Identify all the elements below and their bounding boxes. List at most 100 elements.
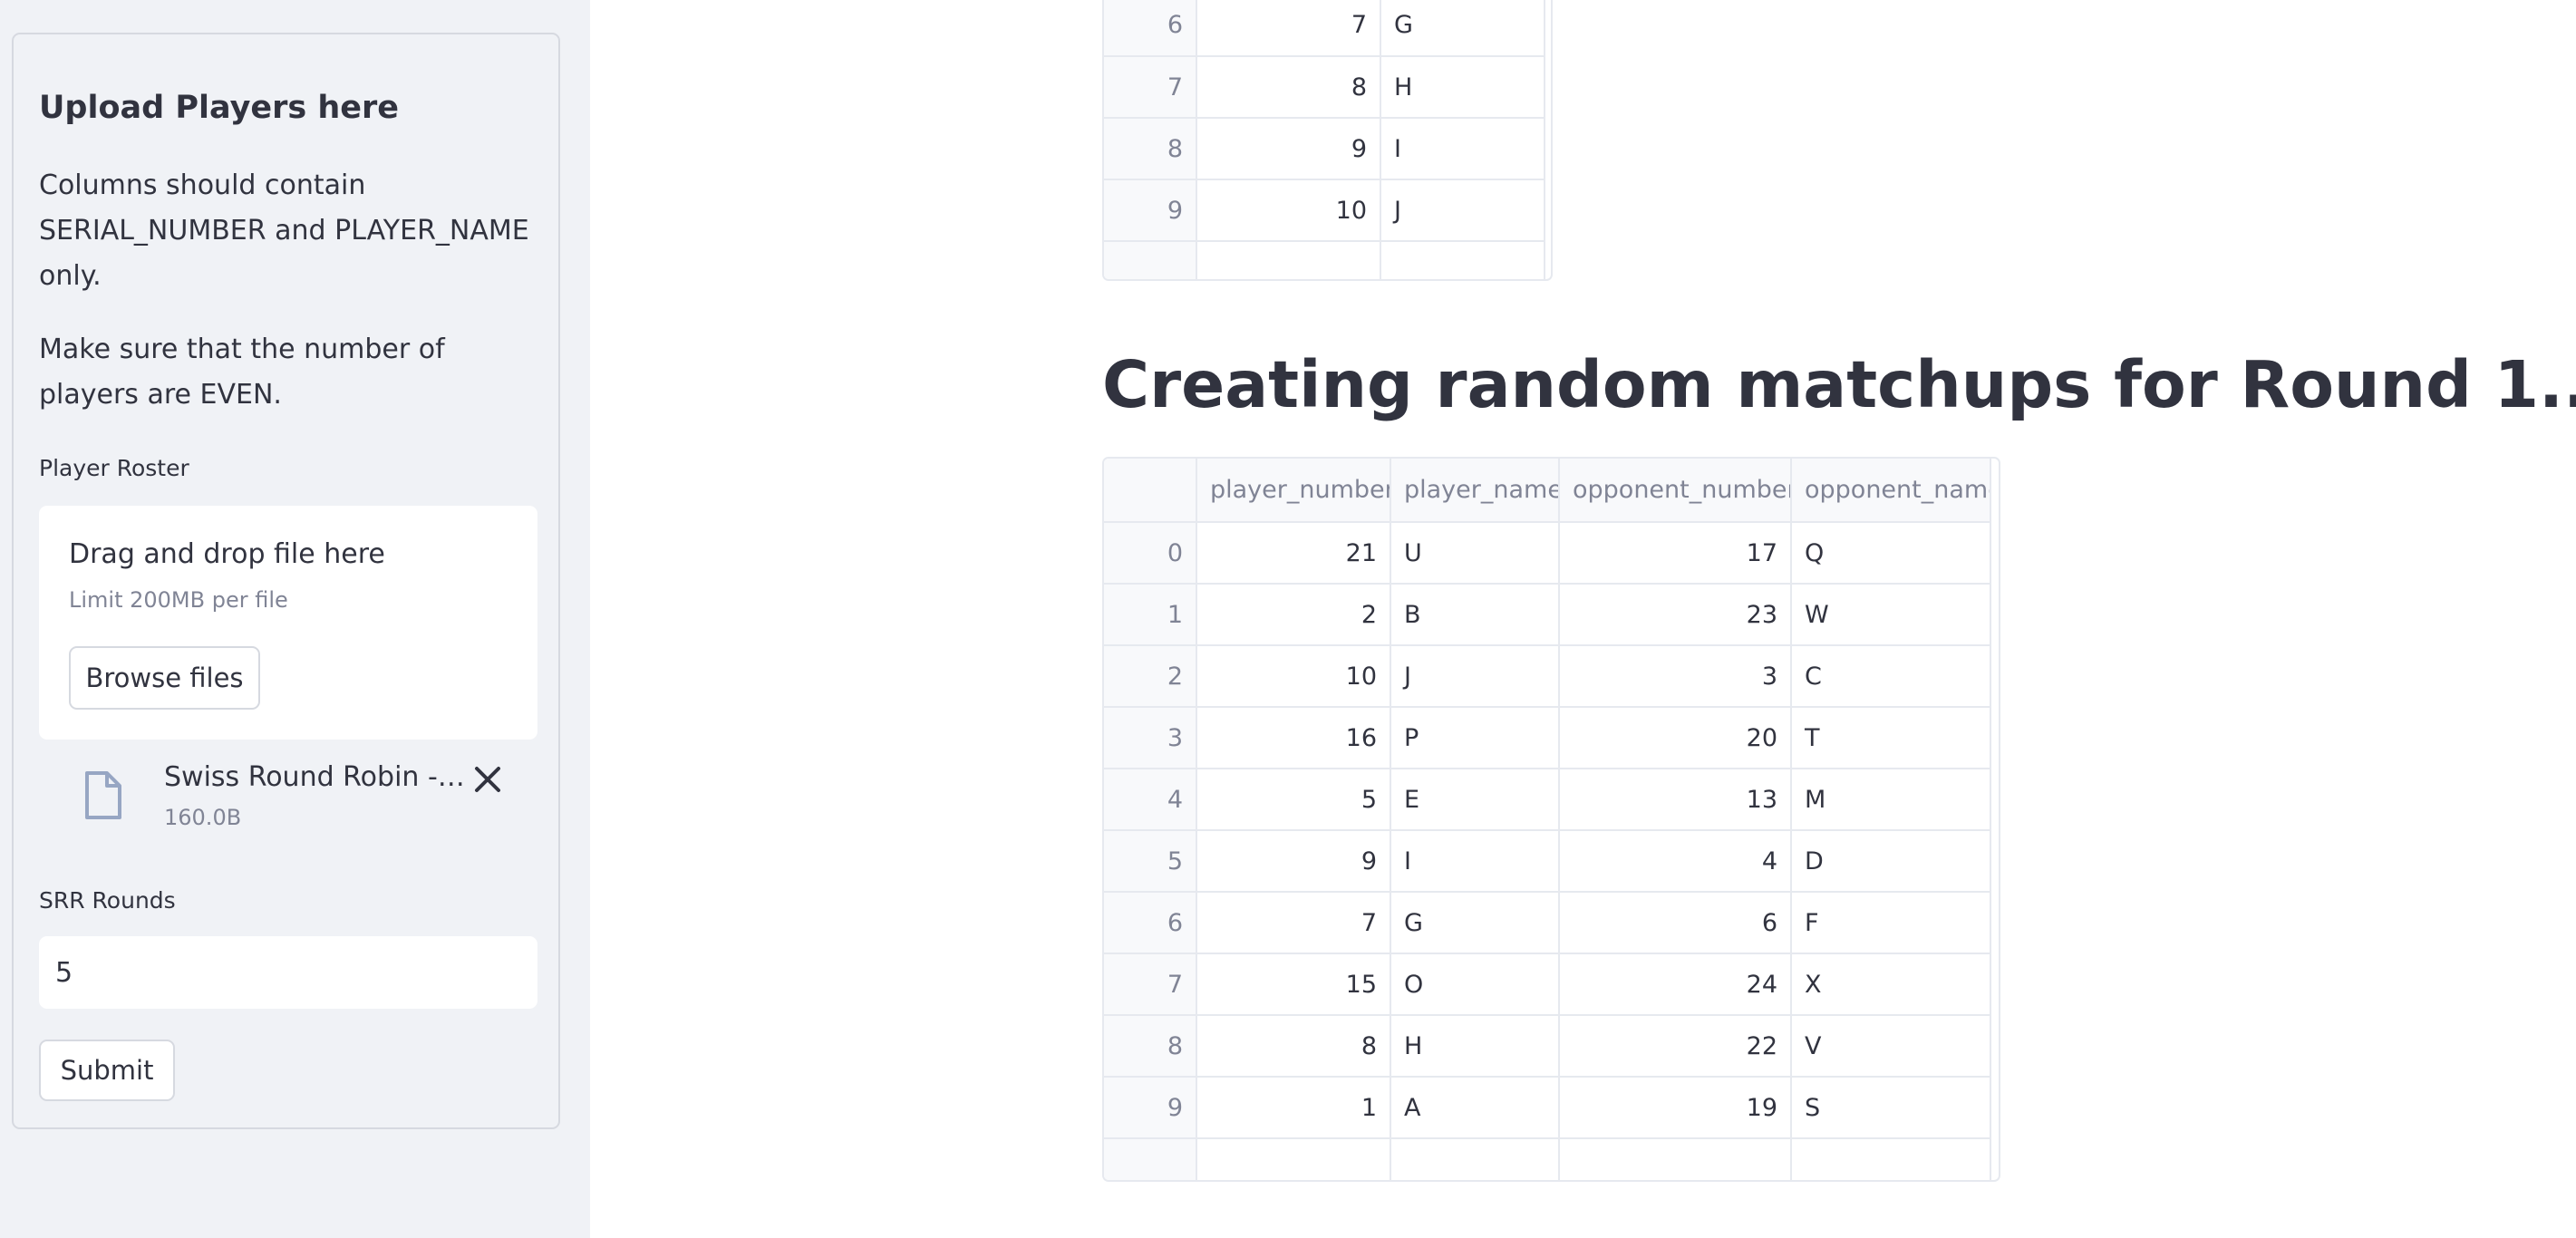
player-number-cell: 10 [1196,645,1391,708]
index-header [1104,459,1197,523]
column-header[interactable]: player_name [1390,459,1560,523]
row-index: 3 [1104,707,1197,769]
opponent-name-cell: X [1791,953,1991,1016]
row-index: 9 [1104,179,1197,242]
opponent-name-cell: F [1791,892,1991,954]
table-row[interactable]: 3 16 P 20 T [1104,707,1991,769]
row-index: 2 [1104,645,1197,708]
table-row[interactable]: 9 10 J [1104,179,1545,242]
opponent-name-cell: C [1791,645,1991,708]
table-row[interactable]: 7 15 O 24 X [1104,953,1991,1016]
opponent-number-cell: 4 [1559,830,1792,893]
opponent-name-cell: W [1791,584,1991,646]
table-row[interactable]: 89I [1104,118,1545,180]
player-name-cell: H [1390,1015,1560,1078]
player-number-cell: 1 [1196,1077,1391,1139]
player-name-cell: P [1390,707,1560,769]
uploaded-file-size: 160.0B [164,805,242,830]
page-title: Creating random matchups for Round 1... [1102,347,2576,422]
player-name-cell: B [1390,584,1560,646]
serial-number-cell: 7 [1196,0,1381,57]
opponent-name-cell: T [1791,707,1991,769]
app-page: Upload Players here Columns should conta… [0,0,2576,1238]
row-index: 6 [1104,0,1197,57]
row-index [1104,241,1197,279]
opponent-number-cell: 3 [1559,645,1792,708]
opponent-number-cell: 13 [1559,769,1792,831]
column-header[interactable]: opponent_name [1791,459,1991,523]
player-number-cell: 9 [1196,830,1391,893]
row-index: 5 [1104,830,1197,893]
table-row[interactable]: 67G [1104,0,1545,57]
roster-table: 6 7 G 7 8 H 8 9 I 9 10 J [1104,0,1545,279]
table-row[interactable]: 78H [1104,56,1545,119]
table-row[interactable]: 67G6F [1104,892,1991,954]
row-index [1104,1138,1197,1180]
player-number-cell: 8 [1196,1015,1391,1078]
opponent-number-cell: 17 [1559,522,1792,585]
table-row-partial [1104,241,1545,279]
serial-number-cell: 8 [1196,56,1381,119]
player-name-cell: J [1380,179,1545,242]
player-name-cell: A [1390,1077,1560,1139]
opponent-number-cell: 20 [1559,707,1792,769]
opponent-number-cell: 22 [1559,1015,1792,1078]
player-name-cell: I [1390,830,1560,893]
table-row[interactable]: 1 2 B 23 W [1104,584,1991,646]
table-row[interactable]: 59I4D [1104,830,1991,893]
row-index: 0 [1104,522,1197,585]
srr-rounds-label: SRR Rounds [39,887,176,914]
srr-rounds-input[interactable] [39,936,537,1009]
row-index: 4 [1104,769,1197,831]
opponent-name-cell: M [1791,769,1991,831]
player-name-cell: U [1390,522,1560,585]
player-name-cell: G [1390,892,1560,954]
close-icon[interactable] [471,763,504,796]
matchups-dataframe[interactable]: player_number player_name opponent_number o… [1102,457,2000,1182]
row-index: 1 [1104,584,1197,646]
sidebar-heading: Upload Players here [39,90,400,126]
table-row[interactable]: 2 10 J 3 C [1104,645,1991,708]
player-number-cell: 15 [1196,953,1391,1016]
opponent-number-cell: 23 [1559,584,1792,646]
player-number-cell: 7 [1196,892,1391,954]
player-name-cell: J [1390,645,1560,708]
opponent-name-cell: D [1791,830,1991,893]
player-name-cell: O [1390,953,1560,1016]
file-dropzone[interactable]: Drag and drop file here Limit 200MB per … [39,506,537,740]
row-index: 7 [1104,56,1197,119]
player-number-cell: 21 [1196,522,1391,585]
player-roster-label: Player Roster [39,455,189,481]
player-number-cell: 16 [1196,707,1391,769]
matchups-table: player_number player_name opponent_number o… [1104,459,1991,1180]
table-row[interactable]: 0 21 U 17 Q [1104,522,1991,585]
player-name-cell: G [1380,0,1545,57]
serial-number-cell: 9 [1196,118,1381,180]
table-row[interactable]: 4 5 E 13 M [1104,769,1991,831]
table-row-partial [1104,1138,1991,1180]
player-name-cell: I [1380,118,1545,180]
row-index: 8 [1104,118,1197,180]
table-row[interactable]: 9 1 A 19 S [1104,1077,1991,1139]
player-name-cell: E [1390,769,1560,831]
opponent-name-cell: V [1791,1015,1991,1078]
dropzone-title: Drag and drop file here [69,538,385,570]
browse-files-button[interactable]: Browse files [69,646,260,710]
table-row[interactable]: 8 8 H 22 V [1104,1015,1991,1078]
column-header[interactable]: opponent_number [1559,459,1792,523]
cell [1380,241,1545,279]
opponent-name-cell: Q [1791,522,1991,585]
cell [1791,1138,1991,1180]
sidebar: Upload Players here Columns should conta… [0,0,590,1238]
cell [1559,1138,1792,1180]
opponent-number-cell: 19 [1559,1077,1792,1139]
file-icon [85,771,121,819]
column-header[interactable]: player_number [1196,459,1391,523]
columns-instructions: Columns should contain SERIAL_NUMBER and… [39,169,529,292]
cell [1196,1138,1391,1180]
player-number-cell: 2 [1196,584,1391,646]
roster-dataframe[interactable]: 6 7 G 7 8 H 8 9 I 9 10 J [1102,0,1553,281]
table-header-row: player_number player_name opponent_number o… [1104,459,1991,523]
cell [1390,1138,1560,1180]
submit-button[interactable]: Submit [39,1040,175,1101]
